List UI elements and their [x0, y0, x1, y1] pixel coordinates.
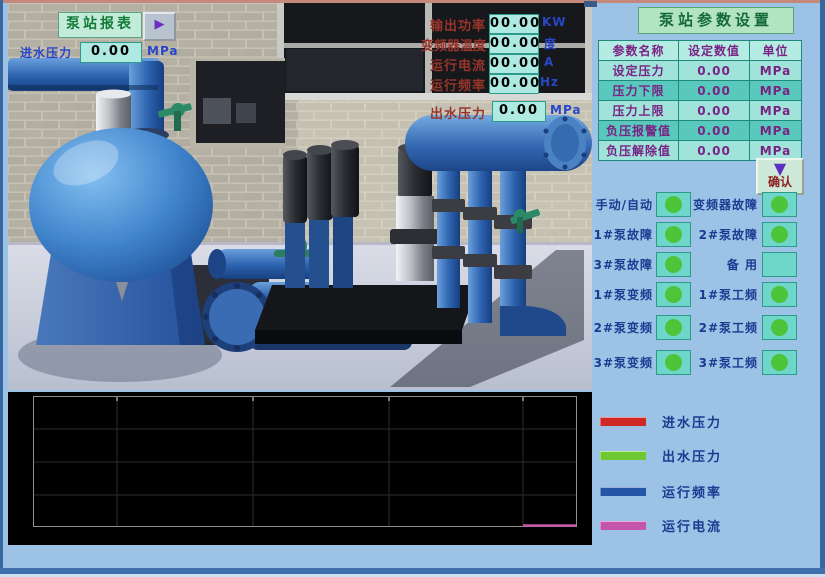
status-lamp-box: [762, 252, 797, 277]
output-power-label: 输出功率: [406, 15, 486, 34]
legend-label-outlet: 出水压力: [662, 446, 722, 465]
status-lamp-box: [656, 192, 691, 217]
param-value[interactable]: 0.00: [679, 81, 749, 100]
window-border-right: [820, 0, 825, 577]
status-lamp-box: [762, 282, 797, 307]
legend-label-current: 运行电流: [662, 516, 722, 535]
inlet-pressure-label: 进水压力: [20, 44, 72, 61]
param-name: 负压解除值: [599, 141, 678, 160]
status-label: 变频器故障: [690, 196, 758, 213]
status-lamp: [771, 354, 788, 371]
status-lamp-box: [762, 315, 797, 340]
legend-swatch-current: [600, 521, 646, 530]
col-header-unit: 单位: [750, 41, 801, 60]
param-name: 压力下限: [599, 81, 678, 100]
legend-swatch-inlet: [600, 417, 646, 426]
col-header-value: 设定数值: [679, 41, 749, 60]
param-value[interactable]: 0.00: [679, 101, 749, 120]
play-icon: ▶: [155, 17, 165, 32]
status-lamp: [665, 196, 682, 213]
status-label: 3#泵故障: [593, 256, 653, 273]
inverter-temp-value: 00.00: [489, 34, 539, 54]
status-lamp-box: [656, 350, 691, 375]
param-name: 负压报警值: [599, 121, 678, 140]
param-unit: MPa: [750, 81, 801, 100]
status-label: 1#泵故障: [593, 226, 653, 243]
pump-station-3d-scene: 泵站报表 ▶ 进水压力 0.00 MPa 输出功率 00.00 KW 变频器温度…: [8, 3, 592, 390]
status-label: 2#泵变频: [593, 319, 653, 336]
status-lamp: [665, 354, 682, 371]
run-frequency-unit: Hz: [540, 75, 559, 89]
run-current-label: 运行电流: [406, 55, 486, 74]
status-lamp-box: [656, 222, 691, 247]
status-lamp-box: [762, 350, 797, 375]
status-lamp: [771, 319, 788, 336]
status-lamp: [665, 226, 682, 243]
confirm-button[interactable]: ▼ 确认: [756, 158, 804, 195]
status-label: 1#泵工频: [690, 286, 758, 303]
param-value[interactable]: 0.00: [679, 121, 749, 140]
inlet-pressure-unit: MPa: [147, 44, 179, 58]
confirm-label: 确认: [768, 173, 792, 190]
run-current-unit: A: [544, 55, 554, 69]
side-window: [190, 58, 285, 148]
status-lamp-box: [656, 315, 691, 340]
outlet-pressure-unit: MPa: [550, 103, 582, 117]
status-lamp: [771, 226, 788, 243]
hmi-pump-station-screen: 泵站报表 ▶ 进水压力 0.00 MPa 输出功率 00.00 KW 变频器温度…: [0, 0, 825, 577]
status-label: 备 用: [690, 256, 758, 273]
status-lamp-box: [762, 192, 797, 217]
legend-swatch-outlet: [600, 451, 646, 460]
outlet-pressure-label: 出水压力: [406, 103, 486, 122]
param-unit: MPa: [750, 101, 801, 120]
output-power-value: 00.00: [489, 14, 539, 34]
col-header-name: 参数名称: [599, 41, 678, 60]
status-lamp-box: [762, 222, 797, 247]
trend-chart: [8, 392, 592, 545]
trend-chart-plot: [8, 392, 592, 545]
report-arrow-button[interactable]: ▶: [143, 12, 176, 41]
legend-swatch-frequency: [600, 487, 646, 496]
run-current-value: 00.00: [489, 54, 539, 74]
status-label: 2#泵故障: [690, 226, 758, 243]
legend-label-frequency: 运行频率: [662, 482, 722, 501]
param-name: 设定压力: [599, 61, 678, 80]
param-name: 压力上限: [599, 101, 678, 120]
report-button[interactable]: 泵站报表: [58, 12, 142, 38]
status-label: 手动/自动: [593, 196, 653, 213]
status-lamp-box: [656, 282, 691, 307]
param-unit: MPa: [750, 121, 801, 140]
inverter-temp-label: 变频器温度: [406, 35, 486, 54]
window-border-left: [0, 0, 3, 577]
inverter-temp-unit: 度: [544, 35, 557, 52]
status-lamp: [771, 196, 788, 213]
status-lamp: [771, 286, 788, 303]
parameter-panel-title: 泵站参数设置: [638, 7, 794, 34]
outlet-pressure-value: 0.00: [492, 101, 546, 122]
status-lamp: [771, 256, 788, 273]
parameter-table: 参数名称 设定数值 单位 设定压力 0.00 MPa 压力下限 0.00 MPa…: [598, 40, 802, 161]
legend-label-inlet: 进水压力: [662, 412, 722, 431]
param-value[interactable]: 0.00: [679, 61, 749, 80]
param-unit: MPa: [750, 61, 801, 80]
status-lamp: [665, 256, 682, 273]
run-frequency-value: 00.00: [489, 74, 539, 94]
status-lamp-box: [656, 252, 691, 277]
param-value[interactable]: 0.00: [679, 141, 749, 160]
run-frequency-label: 运行频率: [406, 75, 486, 94]
status-lamp: [665, 286, 682, 303]
status-label: 2#泵工频: [690, 319, 758, 336]
status-label: 3#泵变频: [593, 354, 653, 371]
output-power-unit: KW: [542, 15, 567, 29]
pump-motors: [283, 140, 359, 288]
status-lamp: [665, 319, 682, 336]
status-label: 1#泵变频: [593, 286, 653, 303]
status-label: 3#泵工频: [690, 354, 758, 371]
inlet-pressure-value: 0.00: [80, 42, 142, 63]
outlet-manifold: [405, 115, 592, 171]
scene-scroll-nub: [584, 1, 597, 7]
